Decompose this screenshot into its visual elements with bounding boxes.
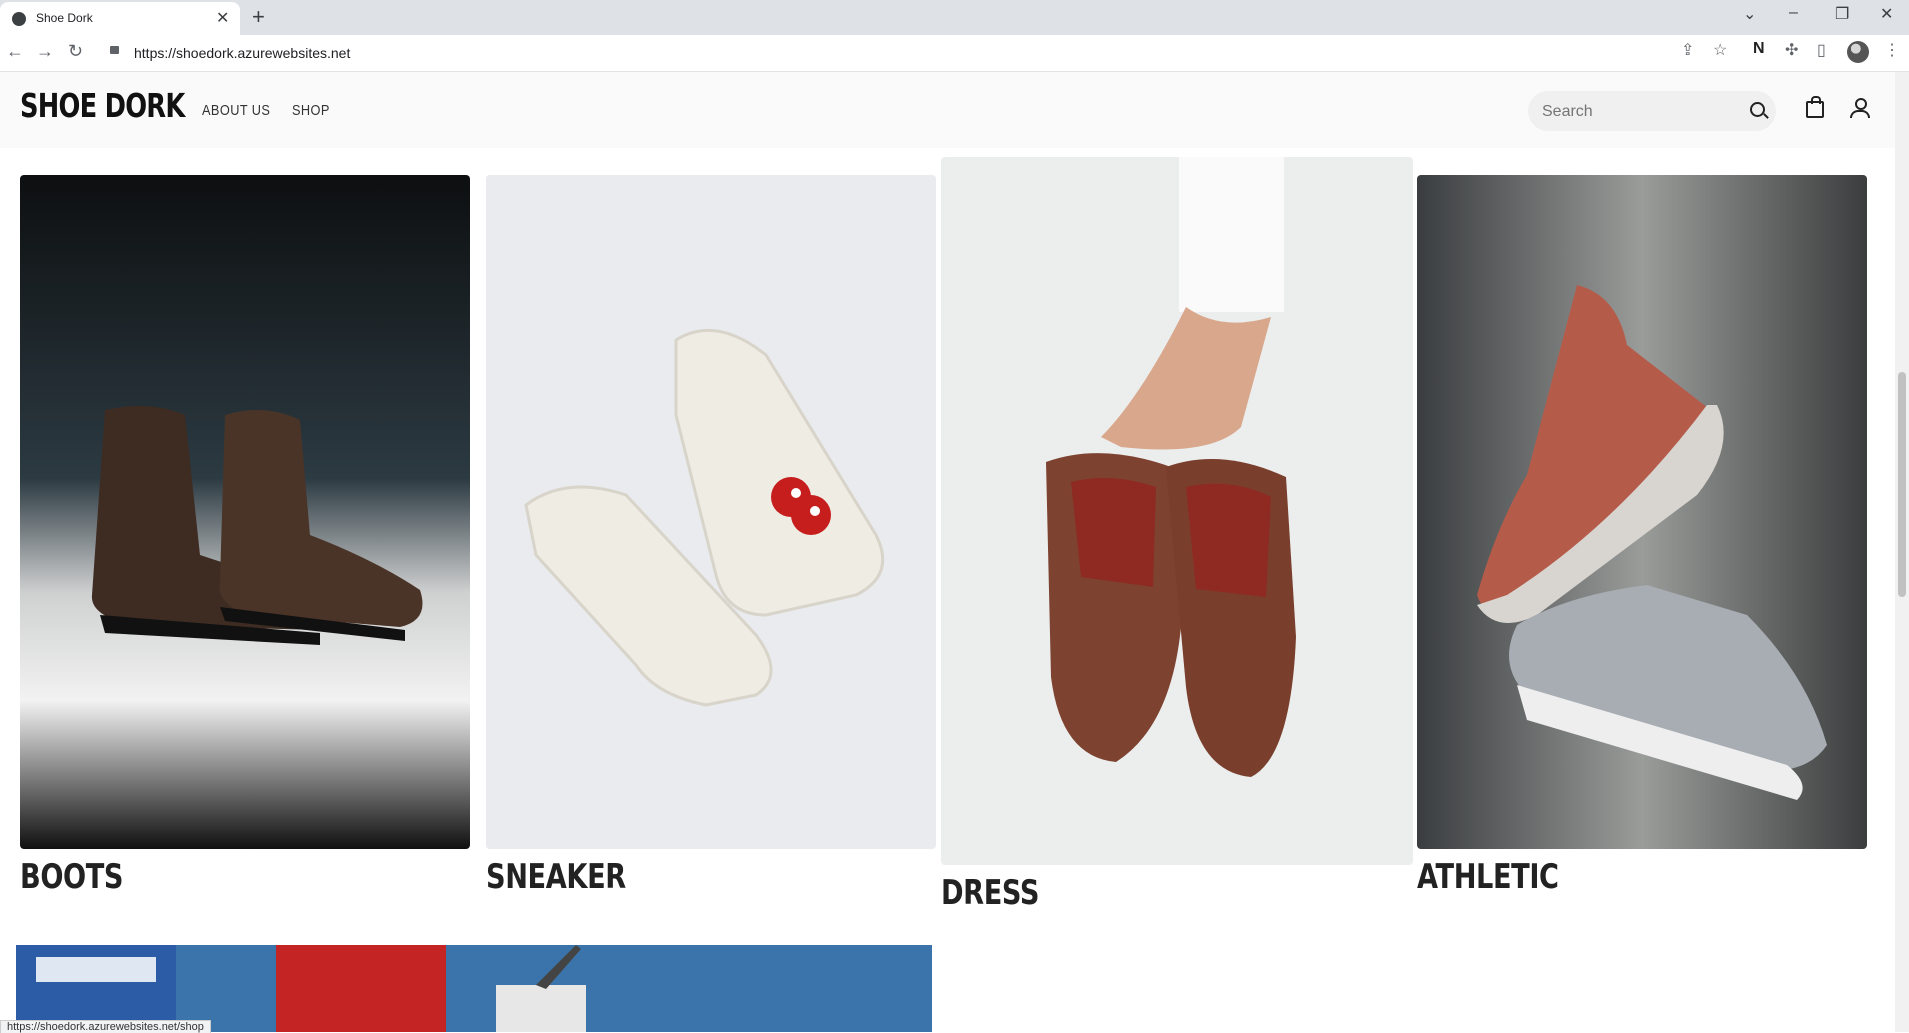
browser-toolbar: ← → ↻ https://shoedork.azurewebsites.net… xyxy=(0,35,1909,72)
page-scrollbar[interactable] xyxy=(1895,72,1909,1032)
forward-icon[interactable]: → xyxy=(36,41,54,62)
site-logo[interactable]: SHOE DORK xyxy=(20,86,185,125)
menu-kebab-icon[interactable]: ⋮ xyxy=(1884,40,1900,60)
extensions-puzzle-icon[interactable]: ✣ xyxy=(1785,40,1798,60)
sneaker-image[interactable] xyxy=(486,175,936,849)
dress-image[interactable] xyxy=(941,157,1413,865)
back-icon[interactable]: ← xyxy=(6,41,24,62)
close-tab-icon[interactable]: ✕ xyxy=(216,8,229,28)
athletic-image[interactable] xyxy=(1417,175,1867,849)
browser-tab-strip: Shoe Dork ✕ + ⌄ – ❐ ✕ xyxy=(0,0,1909,35)
share-icon[interactable]: ⇪ xyxy=(1681,40,1694,60)
address-url[interactable]: https://shoedork.azurewebsites.net xyxy=(134,45,350,61)
user-icon-head xyxy=(1855,98,1867,110)
tab-search-icon[interactable]: ⌄ xyxy=(1743,4,1756,24)
side-panel-icon[interactable]: ▯ xyxy=(1817,40,1826,60)
nav-about-us[interactable]: ABOUT US xyxy=(202,102,270,119)
close-window-icon[interactable]: ✕ xyxy=(1880,4,1893,24)
banner-image[interactable] xyxy=(16,945,932,1032)
address-bar[interactable]: https://shoedork.azurewebsites.net xyxy=(100,39,1890,67)
category-label-athletic[interactable]: ATHLETIC xyxy=(1417,857,1559,897)
search-icon[interactable] xyxy=(1750,102,1765,117)
tab-title: Shoe Dork xyxy=(36,11,93,25)
nav-shop[interactable]: SHOP xyxy=(292,102,330,119)
globe-icon xyxy=(12,12,26,26)
boots-image[interactable] xyxy=(20,175,470,849)
reload-icon[interactable]: ↻ xyxy=(68,41,83,62)
link-status-bar: https://shoedork.azurewebsites.net/shop xyxy=(0,1020,211,1033)
user-icon-body xyxy=(1850,110,1870,118)
restore-icon[interactable]: ❐ xyxy=(1835,4,1849,24)
category-label-dress[interactable]: DRESS xyxy=(941,873,1039,913)
notion-extension-icon[interactable]: N xyxy=(1753,40,1765,58)
new-tab-icon[interactable]: + xyxy=(252,4,265,30)
shopping-bag-icon[interactable] xyxy=(1806,96,1824,118)
user-account-icon[interactable] xyxy=(1850,98,1870,118)
bookmark-star-icon[interactable]: ☆ xyxy=(1713,40,1727,60)
scrollbar-thumb[interactable] xyxy=(1898,372,1906,597)
site-header: SHOE DORK ABOUT US SHOP xyxy=(0,72,1895,148)
category-label-sneaker[interactable]: SNEAKER xyxy=(486,857,626,897)
search-input[interactable] xyxy=(1540,99,1734,125)
search-box[interactable] xyxy=(1528,91,1776,131)
browser-tab[interactable]: Shoe Dork ✕ xyxy=(0,2,240,35)
lock-icon[interactable] xyxy=(110,46,119,54)
minimize-icon[interactable]: – xyxy=(1789,4,1798,22)
category-label-boots[interactable]: BOOTS xyxy=(20,857,124,897)
profile-avatar[interactable] xyxy=(1847,41,1869,63)
